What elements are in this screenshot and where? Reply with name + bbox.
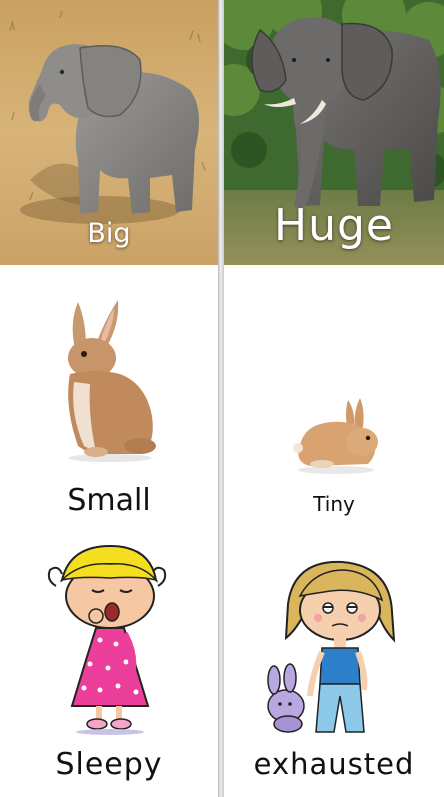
tiny-label: Tiny: [313, 492, 355, 516]
left-column: Big Small Sleepy: [0, 0, 218, 797]
tiny-rabbit-picture: [224, 390, 444, 480]
sleepy-girl-cartoon: [0, 540, 218, 740]
huge-elephant-photo: Huge: [224, 0, 444, 265]
flashcard-page: Big Small Sleepy Huge Tiny exhausted: [0, 0, 444, 797]
small-label: Small: [67, 483, 151, 518]
right-column: Huge Tiny exhausted: [224, 0, 444, 797]
small-rabbit-picture: [0, 296, 218, 466]
huge-label: Huge: [274, 200, 394, 251]
big-elephant-photo: Big: [0, 0, 218, 265]
big-label: Big: [87, 218, 131, 249]
exhausted-girl-cartoon: [224, 556, 444, 741]
exhausted-label: exhausted: [253, 747, 415, 781]
sleepy-label: Sleepy: [55, 747, 163, 782]
